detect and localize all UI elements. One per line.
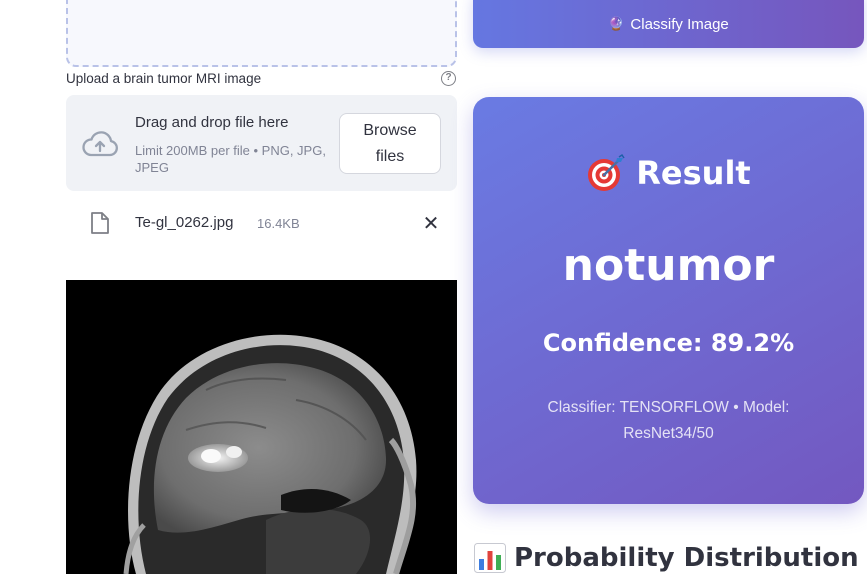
close-icon[interactable]: ✕ xyxy=(422,212,440,234)
file-icon xyxy=(91,212,109,234)
mri-scan-image xyxy=(123,334,417,574)
app-page: Upload a brain tumor MRI image ? Drag an… xyxy=(0,0,867,574)
uploaded-file-size: 16.4KB xyxy=(257,216,300,231)
previous-drop-area[interactable] xyxy=(66,0,457,67)
dropzone-limit-text: Limit 200MB per file • PNG, JPG, JPEG xyxy=(135,143,326,175)
cloud-upload-icon xyxy=(82,131,118,157)
confidence-text: Confidence: 89.2% xyxy=(542,329,795,357)
result-heading-text: Result xyxy=(636,154,751,192)
result-card: Result notumor Confidence: 89.2% Classif… xyxy=(473,97,864,504)
bar-chart-icon xyxy=(474,543,506,573)
probability-distribution-heading: Probability Distribution xyxy=(474,543,859,573)
browse-files-button[interactable]: Browse files xyxy=(339,113,441,174)
mri-preview-image xyxy=(66,280,457,574)
target-icon xyxy=(588,153,625,191)
dropzone-title: Drag and drop file here xyxy=(135,114,289,131)
uploaded-file-row: Te-gl_0262.jpg 16.4KB ✕ xyxy=(66,200,457,246)
file-dropzone[interactable]: Drag and drop file here Limit 200MB per … xyxy=(66,95,457,191)
crystal-ball-icon: 🔮 xyxy=(608,16,625,31)
probability-heading-text: Probability Distribution xyxy=(514,543,859,573)
uploader-label: Upload a brain tumor MRI image xyxy=(66,71,262,86)
help-circle-icon[interactable]: ? xyxy=(441,71,456,86)
prediction-label: notumor xyxy=(562,240,775,291)
uploaded-file-name: Te-gl_0262.jpg xyxy=(135,214,234,231)
classify-image-button[interactable]: 🔮 Classify Image xyxy=(473,0,864,48)
model-info-text: Classifier: TENSORFLOW • Model: ResNet34… xyxy=(547,399,790,442)
classify-button-label: Classify Image xyxy=(630,15,729,33)
result-heading: Result xyxy=(473,153,864,193)
